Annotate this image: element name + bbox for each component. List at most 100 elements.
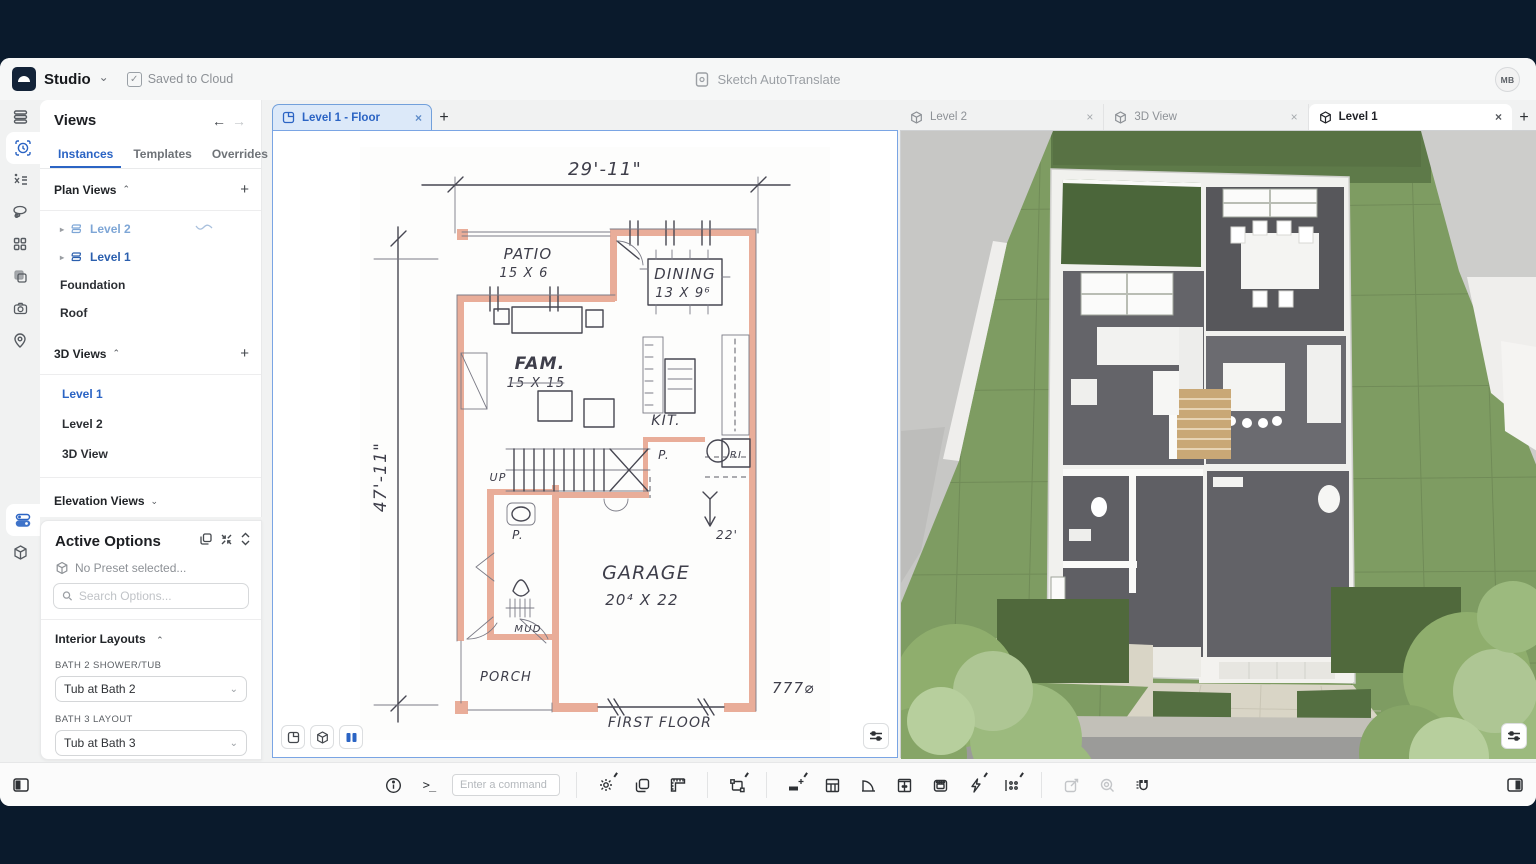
expand-caret-icon[interactable]: ⌄ xyxy=(151,496,159,507)
tab-label[interactable]: Level 1 - Floor xyxy=(302,112,380,124)
interior-layouts-header[interactable]: Interior Layouts xyxy=(55,632,146,646)
plan-label-garage-size: 20⁴ X 22 xyxy=(605,591,679,609)
options-search[interactable] xyxy=(53,583,249,609)
double-door-tool-icon[interactable] xyxy=(891,772,917,798)
plan-label-dining: DINING xyxy=(654,265,716,283)
view-settings-button[interactable] xyxy=(1501,723,1527,749)
add-tab-button[interactable]: + xyxy=(432,106,456,130)
plan-sheet-title: FIRST FLOOR xyxy=(608,715,712,731)
tab-level-1-floor[interactable]: Level 1 - Floor × xyxy=(272,104,432,130)
tab-label[interactable]: Level 2 xyxy=(930,111,967,123)
preset-cube-icon xyxy=(55,561,69,575)
apps-grid-icon[interactable] xyxy=(0,228,40,260)
history-back-icon[interactable]: ← xyxy=(209,113,229,129)
split-view-button[interactable] xyxy=(339,725,363,749)
appliance-tool-icon[interactable] xyxy=(927,772,953,798)
bath-2-select[interactable]: Tub at Bath 2 ⌄ xyxy=(55,676,247,702)
3d-view-3d-view[interactable]: 3D View xyxy=(40,439,261,469)
view-settings-button[interactable] xyxy=(863,723,889,749)
plan-view-roof[interactable]: Roof xyxy=(40,299,261,327)
close-icon[interactable]: × xyxy=(1086,110,1093,124)
search-options-input[interactable] xyxy=(79,589,240,603)
window-tool-icon[interactable] xyxy=(819,772,845,798)
plan-label-fam-size: 15 X 15 xyxy=(507,376,566,391)
close-icon[interactable]: × xyxy=(415,111,422,125)
3d-view-level-1[interactable]: Level 1 xyxy=(40,379,261,409)
collapse-caret-icon[interactable]: ⌃ xyxy=(112,348,120,359)
floor-plan-canvas[interactable]: 29'-11" 47'-11" xyxy=(272,130,898,758)
plan-view-level-1[interactable]: ▸ Level 1 xyxy=(40,243,261,271)
app-bar: Studio ⌄ ✓ Saved to Cloud Sketch AutoTra… xyxy=(0,58,1536,100)
snap-magnet-icon[interactable] xyxy=(1130,772,1156,798)
plan-view-label[interactable]: Level 1 xyxy=(90,250,131,264)
measure-tool-icon[interactable] xyxy=(665,772,691,798)
field-label: BATH 2 SHOWER/TUB xyxy=(55,660,247,671)
assets-cube-icon[interactable] xyxy=(0,536,40,568)
data-table-icon[interactable] xyxy=(0,100,40,132)
active-options-panel: Active Options No Preset selected... Int… xyxy=(40,520,262,760)
wall-tool-icon[interactable] xyxy=(783,772,809,798)
expand-caret-icon[interactable]: ▸ xyxy=(60,253,64,262)
tab-level-1-3d[interactable]: Level 1 × xyxy=(1309,104,1512,130)
plan-view-foundation[interactable]: Foundation xyxy=(40,271,261,299)
views-panel: Views ← → Instances Templates Overrides … xyxy=(40,100,262,517)
find-lookup-icon[interactable] xyxy=(1094,772,1120,798)
tab-instances[interactable]: Instances xyxy=(50,141,121,168)
plan-views-header[interactable]: Plan Views xyxy=(54,183,116,197)
3d-viewport[interactable] xyxy=(900,130,1536,758)
select-tool-icon[interactable] xyxy=(593,772,619,798)
add-3d-view-button[interactable]: + xyxy=(240,345,249,362)
tab-overrides[interactable]: Overrides xyxy=(204,141,276,168)
close-icon[interactable]: × xyxy=(1495,110,1502,124)
history-forward-icon[interactable]: → xyxy=(229,113,249,129)
app-window: Studio ⌄ ✓ Saved to Cloud Sketch AutoTra… xyxy=(0,58,1536,806)
duplicate-tool-icon[interactable] xyxy=(629,772,655,798)
plan-label-range: RI xyxy=(730,450,742,461)
plan-view-label[interactable]: Roof xyxy=(60,306,87,320)
tab-label[interactable]: 3D View xyxy=(1134,111,1177,123)
expand-caret-icon[interactable]: ▸ xyxy=(60,225,64,234)
array-tool-icon[interactable] xyxy=(999,772,1025,798)
command-prompt-icon[interactable]: >_ xyxy=(416,772,442,798)
resize-panel-icon[interactable] xyxy=(240,532,251,551)
plan-view-label[interactable]: Level 2 xyxy=(90,222,131,236)
bath-3-select[interactable]: Tub at Bath 3 ⌄ xyxy=(55,730,247,756)
tab-level-2-3d[interactable]: Level 2 × xyxy=(900,104,1104,130)
close-icon[interactable]: × xyxy=(1291,110,1298,124)
collapse-caret-icon[interactable]: ⌃ xyxy=(156,635,164,645)
tab-templates[interactable]: Templates xyxy=(125,141,199,168)
plan-label-depth: 22' xyxy=(716,528,738,542)
avatar[interactable]: MB xyxy=(1495,67,1520,92)
3d-views-header[interactable]: 3D Views xyxy=(54,347,106,361)
elevation-views-header[interactable]: Elevation Views xyxy=(54,494,145,508)
tab-label[interactable]: Level 1 xyxy=(1339,111,1378,123)
add-plan-view-button[interactable]: + xyxy=(240,181,249,198)
auto-tool-icon[interactable] xyxy=(963,772,989,798)
door-swing-tool-icon[interactable] xyxy=(855,772,881,798)
collapse-caret-icon[interactable]: ⌃ xyxy=(122,184,130,195)
rectangle-tool-icon[interactable] xyxy=(724,772,750,798)
markup-tool-icon[interactable] xyxy=(1058,772,1084,798)
plan-view-label[interactable]: Foundation xyxy=(60,278,125,292)
plan-view-level-2[interactable]: ▸ Level 2 xyxy=(40,215,261,243)
plan-view-mode-button[interactable] xyxy=(281,725,305,749)
lasso-icon[interactable] xyxy=(0,196,40,228)
info-icon[interactable] xyxy=(380,772,406,798)
command-input[interactable] xyxy=(452,774,560,796)
add-tab-button[interactable]: + xyxy=(1512,106,1536,130)
location-pin-icon[interactable] xyxy=(0,324,40,356)
views-manager-icon[interactable] xyxy=(6,132,40,164)
duplicate-panel-icon[interactable] xyxy=(199,532,213,551)
tab-3d-view[interactable]: 3D View × xyxy=(1104,104,1308,130)
collapse-panel-icon[interactable] xyxy=(220,533,233,551)
variables-icon[interactable] xyxy=(0,164,40,196)
camera-icon[interactable] xyxy=(0,292,40,324)
toggle-right-panel-icon[interactable] xyxy=(1502,772,1528,798)
3d-view-level-2[interactable]: Level 2 xyxy=(40,409,261,439)
plan-label-fam: FAM. xyxy=(515,354,566,374)
active-options-icon[interactable] xyxy=(6,504,40,536)
3d-view-mode-button[interactable] xyxy=(310,725,334,749)
document-title[interactable]: Sketch AutoTranslate xyxy=(717,72,840,87)
materials-icon[interactable] xyxy=(0,260,40,292)
plan-label-porch: PORCH xyxy=(480,670,532,685)
